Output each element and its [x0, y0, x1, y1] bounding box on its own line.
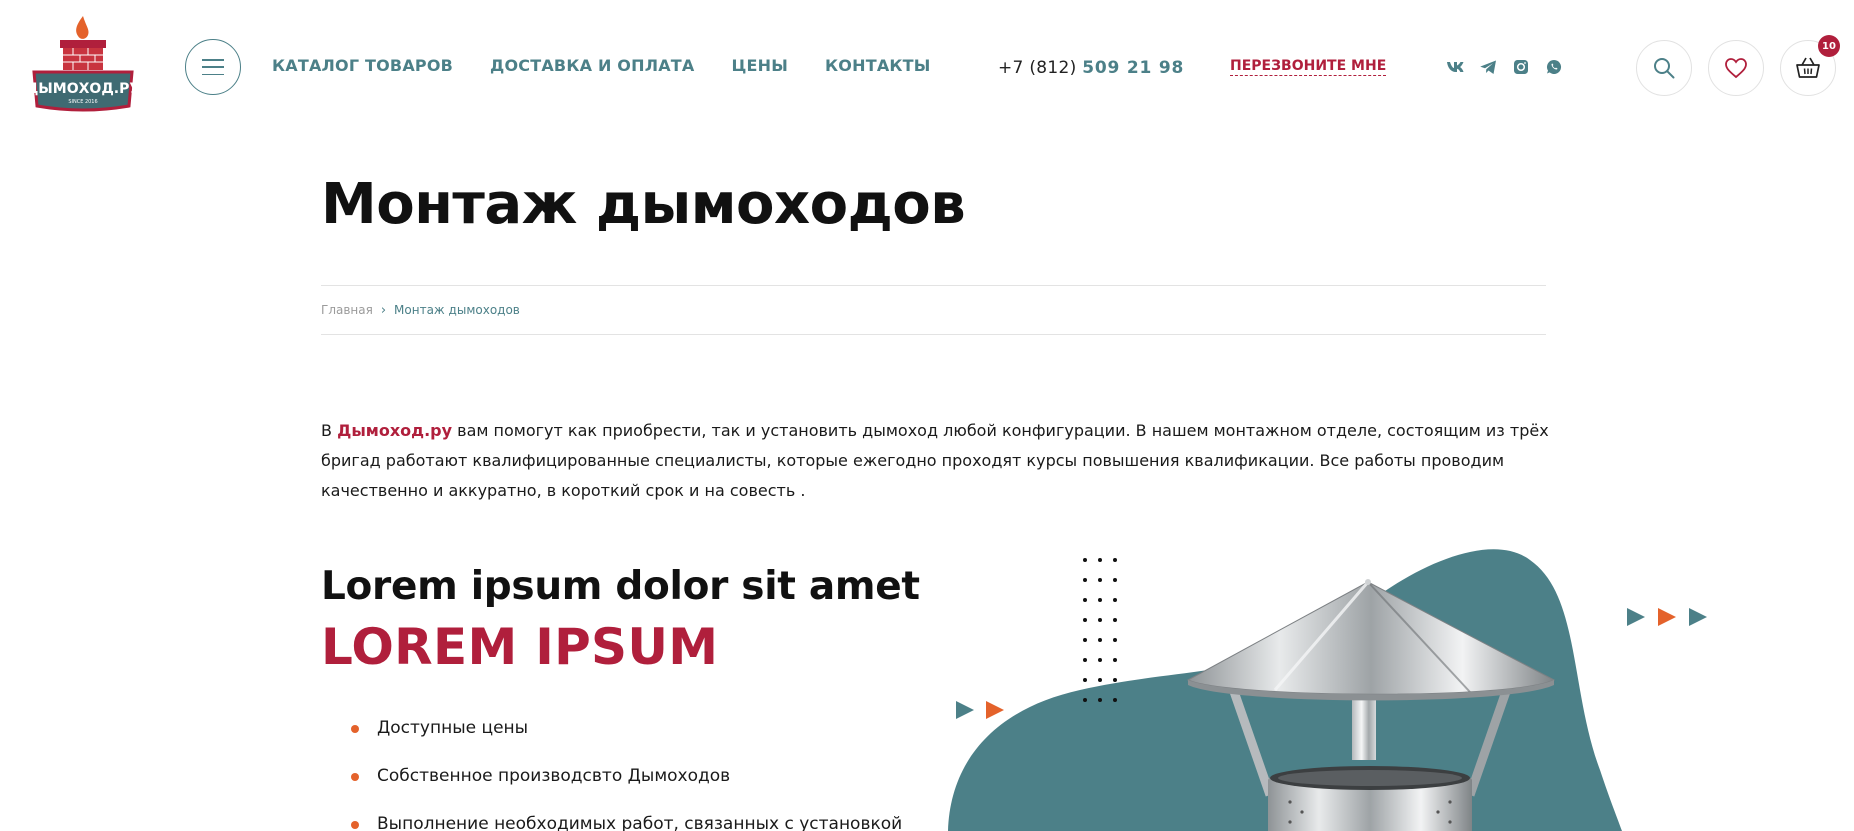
triangle-decoration: [986, 701, 1004, 719]
vk-icon[interactable]: [1446, 58, 1464, 76]
list-item: Собственное производсвто Дымоходов: [351, 764, 902, 812]
search-icon: [1654, 58, 1675, 79]
social-links: [1446, 58, 1563, 76]
telegram-icon[interactable]: [1479, 58, 1497, 76]
svg-text:SINCE 2016: SINCE 2016: [68, 99, 97, 105]
phone-number[interactable]: +7 (812) 509 21 98: [998, 58, 1184, 78]
features-list: Доступные цены Собственное производсвто …: [351, 716, 902, 831]
whatsapp-icon[interactable]: [1545, 58, 1563, 76]
section-subtitle: LOREM IPSUM: [321, 618, 719, 676]
basket-icon: [1796, 57, 1820, 78]
cart-button[interactable]: 10: [1780, 35, 1840, 96]
triangle-decoration: [1627, 608, 1645, 626]
triangle-decoration: [1658, 608, 1676, 626]
menu-button[interactable]: [185, 39, 241, 95]
triangle-decoration: [1689, 608, 1707, 626]
breadcrumb: Главная › Монтаж дымоходов: [321, 285, 1546, 335]
favorites-button[interactable]: [1708, 40, 1764, 96]
search-button[interactable]: [1636, 40, 1692, 96]
heart-icon: [1725, 58, 1747, 79]
callback-link[interactable]: ПЕРЕЗВОНИТЕ МНЕ: [1230, 58, 1387, 76]
chimney-cap-illustration: [930, 540, 1730, 831]
nav-prices[interactable]: ЦЕНЫ: [731, 56, 788, 75]
site-logo[interactable]: ДЫМОХОД.РУ SINCE 2016: [26, 14, 140, 114]
nav-contacts[interactable]: КОНТАКТЫ: [825, 56, 931, 75]
list-item: Доступные цены: [351, 716, 902, 764]
breadcrumb-current: Монтаж дымоходов: [394, 303, 520, 317]
intro-paragraph: В Дымоход.ру вам помогут как приобрести,…: [321, 421, 1549, 500]
breadcrumb-home[interactable]: Главная: [321, 303, 373, 317]
hamburger-icon: [202, 59, 224, 75]
nav-delivery[interactable]: ДОСТАВКА И ОПЛАТА: [490, 56, 694, 75]
instagram-icon[interactable]: [1512, 58, 1530, 76]
section-title: Lorem ipsum dolor sit amet: [321, 564, 920, 609]
nav-catalog[interactable]: КАТАЛОГ ТОВАРОВ: [272, 56, 453, 75]
main-nav: КАТАЛОГ ТОВАРОВ ДОСТАВКА И ОПЛАТА ЦЕНЫ К…: [272, 56, 968, 75]
triangle-decoration: [956, 701, 974, 719]
page-title: Монтаж дымоходов: [321, 172, 966, 237]
brand-name: Дымоход.ру: [337, 421, 453, 440]
chevron-right-icon: ›: [380, 302, 387, 318]
dot-grid-decoration: [1083, 558, 1117, 702]
list-item: Выполнение необходимых работ, связанных …: [351, 812, 902, 831]
logo-text: ДЫМОХОД.РУ: [30, 81, 136, 97]
cart-count-badge: 10: [1818, 35, 1840, 57]
